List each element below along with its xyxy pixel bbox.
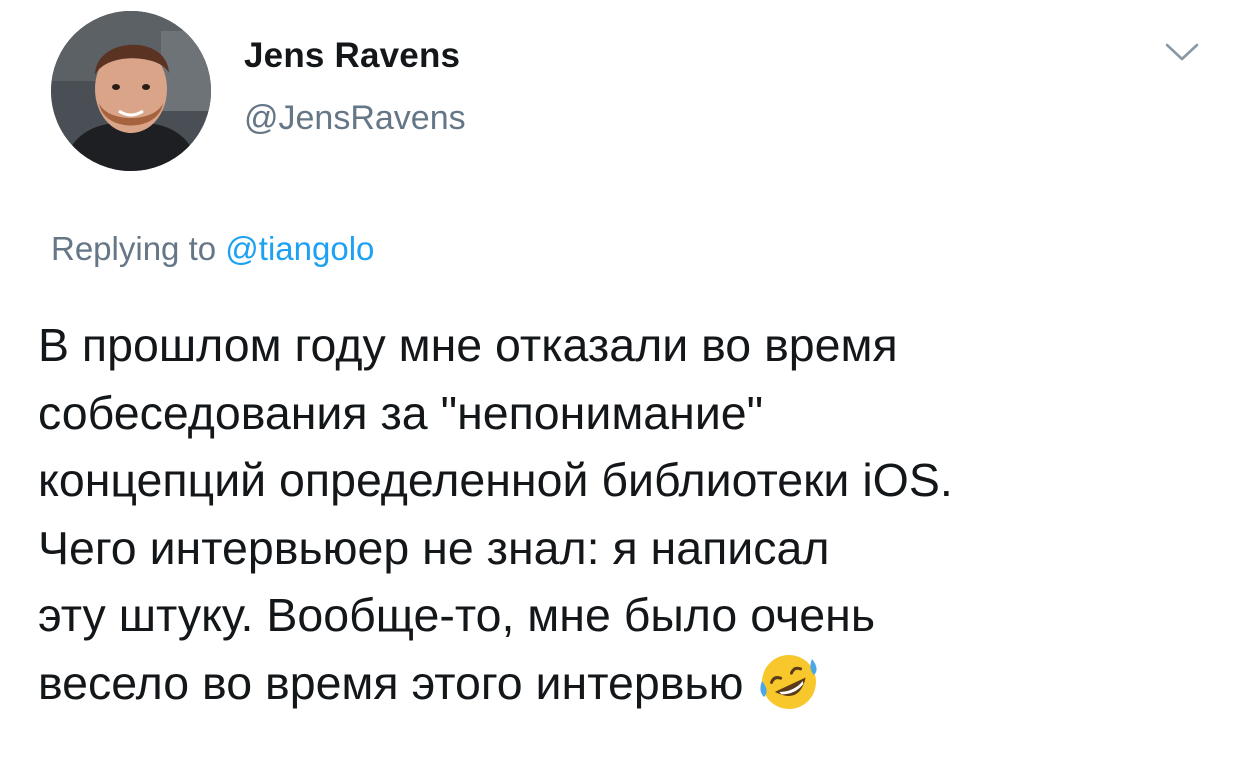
tweet-text-line: собеседования за "непонимание" <box>38 386 764 439</box>
chevron-down-icon[interactable] <box>1164 40 1200 64</box>
tweet-body: В прошлом году мне отказали во время соб… <box>38 312 1218 717</box>
tweet-text-line: концепций определенной библиотеки iOS. <box>38 454 953 506</box>
tweet-text-line: весело во время этого интервью <box>38 656 744 709</box>
rolling-on-floor-laughing-emoji-icon <box>756 651 822 713</box>
tweet-text-line: эту штуку. Вообще-то, мне было очень <box>38 589 876 641</box>
tweet-text-line: В прошлом году мне отказали во время <box>38 319 898 371</box>
author-handle[interactable]: @JensRavens <box>244 99 466 138</box>
tweet-text-line: Чего интервьюер не знал: я написал <box>38 521 830 574</box>
author-display-name[interactable]: Jens Ravens <box>244 36 460 76</box>
author-avatar[interactable] <box>51 11 211 171</box>
reply-target-link[interactable]: @tiangolo <box>225 230 374 267</box>
replying-to-label: Replying to <box>51 230 217 267</box>
replying-to-line: Replying to @tiangolo <box>51 230 374 268</box>
tweet-text-line-last: весело во время этого интервью <box>38 650 1218 718</box>
